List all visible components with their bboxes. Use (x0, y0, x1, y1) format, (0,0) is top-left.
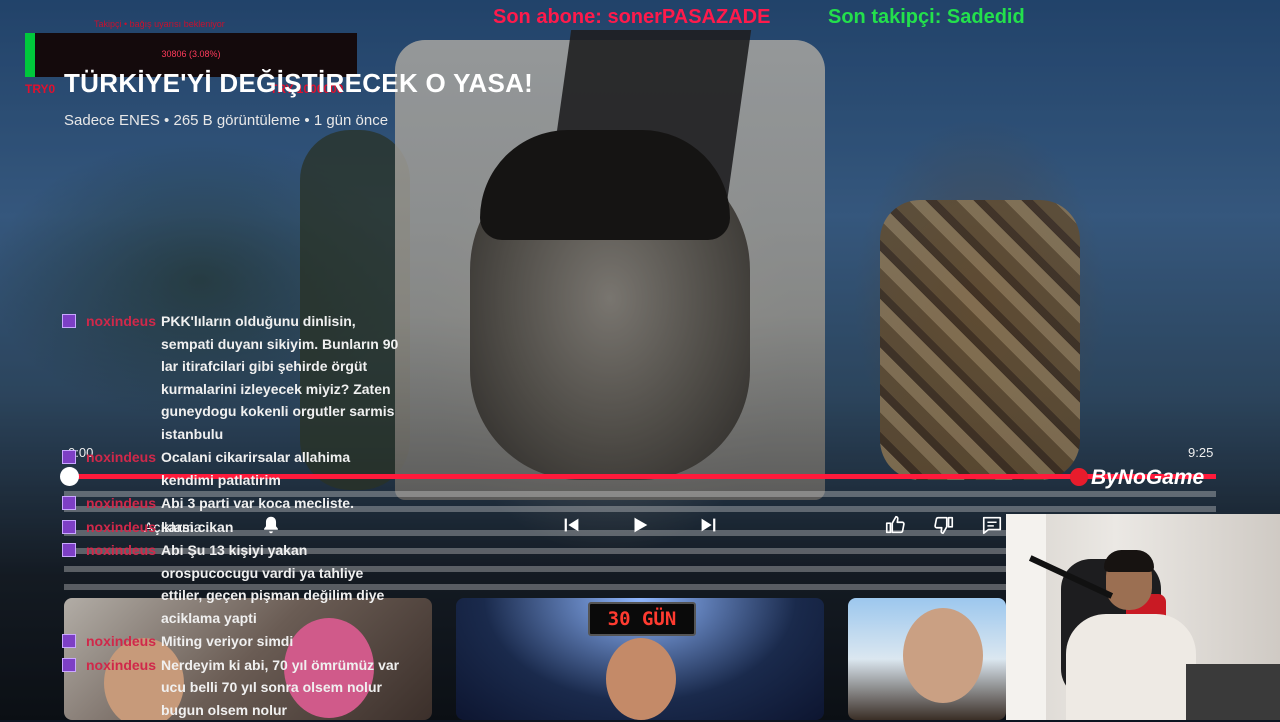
recommended-video-3[interactable] (848, 598, 1006, 720)
chat-username: noxindeus (86, 656, 157, 673)
chat-badge-icon (62, 314, 76, 328)
chat-badge-icon (62, 519, 76, 534)
play-button[interactable] (621, 506, 659, 544)
dislike-button[interactable] (925, 506, 963, 544)
chat-badge-icon (62, 657, 76, 672)
logo-mark-icon (1070, 468, 1088, 486)
chat-username: noxindeus (86, 542, 157, 558)
thumbnail-face (903, 608, 983, 703)
chat-message: noxindeus Miting veriyor simdi (62, 630, 402, 653)
chat-username: noxindeus (86, 313, 157, 329)
chat-badge-icon (62, 543, 76, 557)
last-subscriber-label: Son abone: sonerPASAZADE (493, 6, 771, 28)
chat-message: noxindeus PKK'lıların olduğunu dinlisin, … (62, 310, 402, 445)
thumbs-up-icon (885, 515, 905, 534)
chat-text: karsi cikan (161, 518, 234, 535)
webcam-desk (1186, 664, 1280, 720)
chat-text: Abi 3 parti var koca mecliste. (161, 495, 354, 511)
last-follower-label: Son takipçi: Sadedid (828, 6, 1025, 28)
chat-username: noxindeus (86, 518, 157, 535)
next-button[interactable] (689, 506, 727, 544)
chat-text: Ocalani cikarirsalar allahima kendimi pa… (161, 449, 351, 488)
chat-message: noxindeus Ocalani cikarirsalar allahima k… (62, 446, 402, 491)
chat-message: noxindeus Abi Şu 13 kişiyi yakan orospuco… (62, 539, 402, 629)
webcam-overlay (1006, 514, 1280, 720)
chat-overlay: noxindeus PKK'lıların olduğunu dinlisin, … (62, 310, 402, 722)
play-icon (634, 517, 648, 533)
skip-previous-icon (564, 518, 579, 532)
webcam-streamer-body (1066, 614, 1196, 720)
donation-goal-start: TRY0 (25, 82, 56, 96)
channel-logo: ByNoGame (1070, 466, 1204, 490)
chat-message: noxindeus Abi 3 parti var koca mecliste. (62, 492, 402, 515)
alert-text: Takipçi • bağış uyarısı bekleniyor (94, 19, 225, 29)
chat-text: Abi Şu 13 kişiyi yakan orospucocugu vard… (161, 542, 385, 626)
donation-goal-value: 30806 (3.08%) (161, 49, 221, 59)
chat-text: PKK'lıların olduğunu dinlisin, sempati d… (161, 313, 399, 442)
video-title: TÜRKİYE'Yİ DEĞİŞTİRECEK O YASA! (64, 68, 534, 98)
webcam-curtain (1006, 514, 1046, 720)
chat-message: noxindeus karsi cikan (62, 516, 402, 539)
chat-message: noxindeus Nerdeyim ki abi, 70 yıl ömrümüz… (62, 654, 402, 722)
chat-badge-icon (62, 634, 76, 648)
total-time: 9:25 (1188, 445, 1214, 460)
chat-username: noxindeus (86, 633, 157, 649)
chat-username: noxindeus (86, 449, 157, 465)
chat-badge-icon (62, 450, 76, 464)
previous-button[interactable] (553, 506, 591, 544)
like-button[interactable] (876, 506, 914, 544)
skip-next-icon (701, 518, 716, 532)
logo-text: ByNoGame (1091, 466, 1205, 489)
video-meta: Sadece ENES • 265 B görüntüleme • 1 gün … (64, 112, 389, 129)
recommended-video-2[interactable]: 30 GÜN (456, 598, 824, 720)
chat-text: Nerdeyim ki abi, 70 yıl ömrümüz var ucu … (161, 656, 400, 718)
chat-text: Miting veriyor simdi (161, 633, 294, 649)
webcam-streamer-hair (1104, 550, 1154, 572)
chat-badge-icon (62, 496, 76, 510)
thumbs-down-icon (934, 516, 954, 535)
chat-username: noxindeus (86, 495, 157, 511)
thumbnail-face (606, 638, 676, 720)
comment-icon (982, 516, 1002, 535)
day-counter-badge: 30 GÜN (588, 602, 696, 636)
